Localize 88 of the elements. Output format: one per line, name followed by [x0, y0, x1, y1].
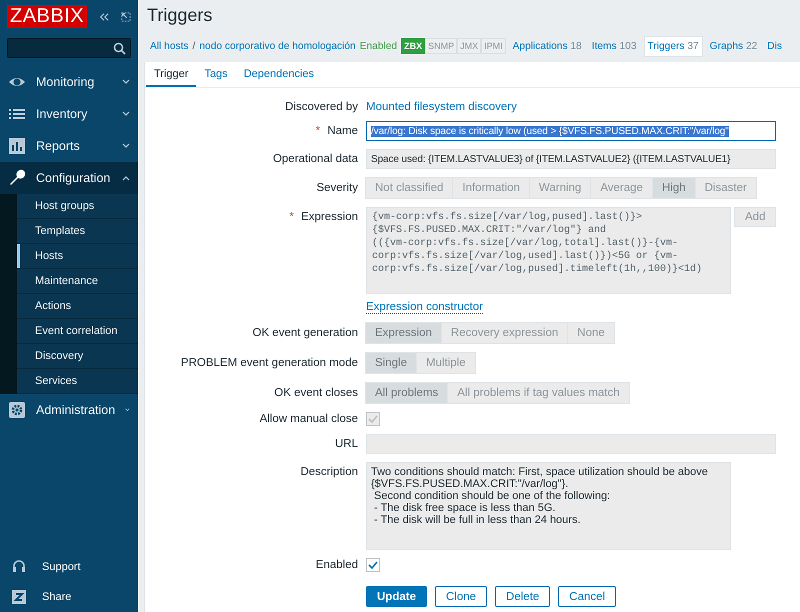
menu-label: Inventory: [36, 107, 88, 121]
field-label: Allow manual close: [258, 413, 358, 425]
field-label: * Expression: [288, 210, 358, 223]
menu-item[interactable]: Monitoring: [0, 66, 138, 98]
caret-icon: [122, 79, 130, 85]
field-label: URL: [334, 438, 358, 450]
form-tab[interactable]: Tags: [196, 62, 236, 87]
form-tab[interactable]: Trigger: [146, 62, 196, 87]
segment-option[interactable]: Expression: [365, 322, 442, 344]
menu-item[interactable]: Inventory: [0, 98, 138, 130]
z-icon: [10, 588, 28, 606]
field-label: Operational data: [272, 153, 358, 165]
footer-link[interactable]: Support: [42, 561, 81, 573]
form-tab[interactable]: Dependencies: [236, 62, 322, 87]
menu-item[interactable]: Reports: [0, 130, 138, 162]
segment-option[interactable]: Not classified: [365, 177, 454, 199]
collapse-icon: [99, 10, 110, 22]
submenu-item[interactable]: Hosts: [17, 244, 138, 269]
segment-option[interactable]: High: [652, 177, 696, 199]
field-label: OK event closes: [273, 387, 358, 399]
host-tab[interactable]: Applications 18: [510, 36, 585, 56]
field-label: * Name: [314, 125, 358, 137]
availability-badge: SNMP: [425, 38, 458, 54]
caret-icon: [125, 407, 130, 413]
gear-icon: [8, 401, 26, 419]
menu-label: Configuration: [36, 171, 112, 185]
caret-icon: [122, 143, 130, 149]
breadcrumb-link[interactable]: All hosts: [150, 40, 189, 52]
field-label: PROBLEM event generation mode: [180, 357, 358, 369]
caret-icon: [122, 175, 130, 181]
segment-option[interactable]: Multiple: [416, 352, 476, 374]
form-button[interactable]: Clone: [434, 586, 488, 607]
search-icon: [113, 42, 126, 54]
availability-badge: ZBX: [401, 38, 426, 54]
form-button[interactable]: Update: [366, 586, 427, 607]
segment-option[interactable]: Single: [365, 352, 417, 374]
field-label: Description: [299, 465, 358, 478]
segment-option[interactable]: Warning: [528, 177, 592, 199]
host-tab[interactable]: Dis: [764, 36, 785, 56]
logo: ZABBIX: [7, 5, 88, 28]
segment-option[interactable]: All problems if tag values match: [447, 382, 630, 404]
submenu-item[interactable]: Templates: [17, 219, 138, 244]
submenu-item[interactable]: Discovery: [17, 344, 138, 369]
checkbox[interactable]: [366, 558, 380, 572]
segment-option[interactable]: All problems: [365, 382, 448, 404]
breadcrumb-link[interactable]: nodo corporativo de homologación: [199, 40, 356, 52]
field-label: Severity: [315, 182, 358, 194]
input-field[interactable]: [366, 434, 776, 454]
separator: /: [192, 40, 196, 52]
expression-constructor-link[interactable]: Expression constructor: [366, 301, 483, 314]
form-button[interactable]: Cancel: [558, 586, 616, 607]
host-status: Enabled: [360, 40, 398, 52]
expression-field[interactable]: {vm-corp:vfs.fs.size[/var/log,pused].last()}> {$VFS.FS.PUSED.MAX.CRIT:"/var/log"} and (({vm-corp:vfs.fs.size[/var/log,total].last()}-{vm- corp:vfs.fs.size[/var/log,used].last()})<5G or {vm- corp:vfs.fs.size[/var/log,pused].timeleft(1h,,100)}<1d): [366, 207, 731, 294]
segment-option[interactable]: Recovery expression: [440, 322, 568, 344]
field-label: Discovered by: [284, 101, 358, 113]
submenu-item[interactable]: Actions: [17, 294, 138, 319]
input-field[interactable]: /var/log: Disk space is critically low (used > {$VFS.FS.PUSED.MAX.CRIT:"/var/log": [366, 121, 776, 141]
page-title: Triggers: [147, 4, 214, 27]
search-field[interactable]: [7, 38, 131, 58]
description-field[interactable]: Two conditions should match: First, space utilization should be above {$VFS.FS.PUSED.MAX.CRIT:"/var/log"}. Second condition should be one of the following: - The disk free space is less than 5G. - The disk will be full in less than 24 hours.: [366, 462, 731, 550]
segment-option[interactable]: Information: [452, 177, 530, 199]
segment-option[interactable]: Average: [590, 177, 653, 199]
footer-link[interactable]: Share: [42, 591, 72, 603]
segment-option[interactable]: Disaster: [694, 177, 757, 199]
input-field[interactable]: Space used: {ITEM.LASTVALUE3} of {ITEM.LASTVALUE2} ({ITEM.LASTVALUE1}: [366, 149, 776, 169]
menu-item[interactable]: Configuration: [0, 162, 138, 194]
host-tab[interactable]: Items 103: [588, 36, 640, 56]
field-label: Enabled: [314, 559, 358, 571]
submenu-item[interactable]: Host groups: [17, 194, 138, 219]
segment-option[interactable]: None: [567, 322, 615, 344]
menu-label: Reports: [36, 139, 81, 153]
bar-chart-icon: [8, 137, 26, 155]
submenu-item[interactable]: Event correlation: [17, 319, 138, 344]
availability-badge: IPMI: [481, 38, 506, 54]
link[interactable]: Mounted filesystem discovery: [366, 101, 517, 113]
submenu-item[interactable]: Services: [17, 369, 138, 394]
fullscreen-icon: [121, 10, 131, 22]
host-tab[interactable]: Graphs 22: [706, 36, 760, 56]
menu-label: Administration: [36, 403, 116, 417]
menu-item[interactable]: Administration: [0, 394, 138, 426]
menu-label: Monitoring: [36, 75, 96, 89]
form-button[interactable]: Delete: [495, 586, 550, 607]
availability-badge: JMX: [457, 38, 482, 54]
host-tab[interactable]: Triggers 37: [644, 36, 703, 56]
caret-icon: [122, 111, 130, 117]
add-button[interactable]: Add: [734, 207, 776, 227]
submenu-item[interactable]: Maintenance: [17, 269, 138, 294]
field-label: OK event generation: [252, 327, 358, 339]
